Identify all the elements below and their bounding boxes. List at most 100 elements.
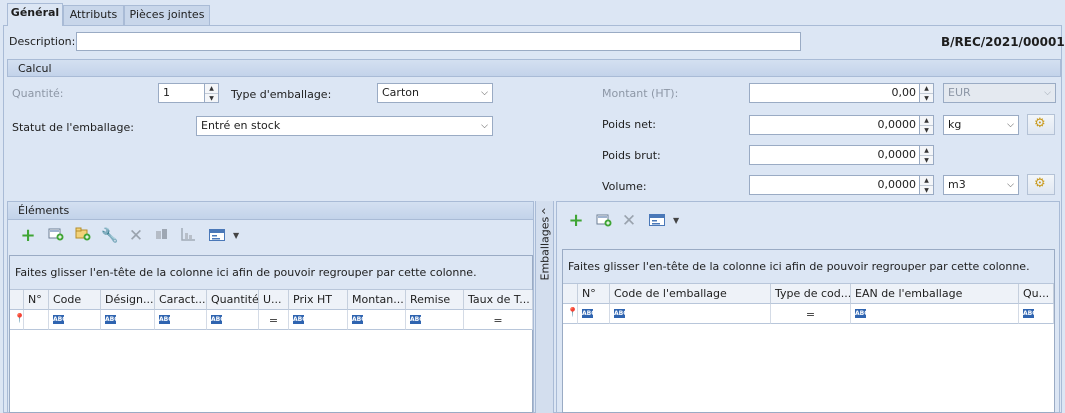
quantity-spinner[interactable]: ▲ ▼ — [204, 84, 218, 102]
filter-cell[interactable]: ABC — [610, 304, 771, 324]
chart-icon[interactable] — [179, 227, 197, 245]
filter-cell[interactable]: ABC — [348, 310, 406, 330]
elements-indicator-header — [10, 290, 24, 310]
net-weight-value: 0,0000 — [877, 118, 917, 131]
gross-weight-spinner[interactable]: ▲ ▼ — [919, 146, 933, 164]
column-header[interactable]: Prix HT — [289, 290, 348, 310]
tab-attachments[interactable]: Pièces jointes — [124, 5, 210, 25]
view-options-dropdown-icon[interactable]: ▼ — [233, 231, 239, 240]
details-icon[interactable] — [153, 227, 171, 245]
net-weight-unit-select[interactable]: kg ⌵ — [943, 115, 1019, 135]
chevron-down-icon: ⌵ — [481, 121, 488, 131]
abc-filter-icon: ABC — [211, 315, 225, 324]
filter-cell[interactable]: ABC — [406, 310, 464, 330]
column-header[interactable]: Montan... — [348, 290, 406, 310]
column-header[interactable]: Qu... — [1019, 284, 1054, 304]
equals-filter-icon: = — [805, 308, 816, 321]
net-weight-settings-button[interactable]: ⚙ — [1027, 114, 1055, 135]
emballages-splitter[interactable]: ‹ Emballages — [535, 201, 554, 413]
wrench-icon[interactable]: 🔧 — [101, 227, 119, 245]
filter-cell[interactable]: ABC — [851, 304, 1019, 324]
pin-icon: 📍 — [567, 308, 579, 318]
packaging-type-select[interactable]: Carton ⌵ — [377, 83, 493, 103]
amount-input[interactable]: 0,00 ▲ ▼ — [749, 83, 934, 103]
column-header[interactable]: Code — [49, 290, 101, 310]
filter-cell[interactable]: ABC — [207, 310, 259, 330]
net-weight-unit-value: kg — [948, 118, 962, 131]
currency-value: EUR — [948, 86, 971, 99]
filter-cell[interactable]: ABC — [101, 310, 155, 330]
filter-cell[interactable]: = — [464, 310, 533, 330]
chevron-down-icon: ⌵ — [1007, 120, 1014, 130]
net-weight-spinner[interactable]: ▲ ▼ — [919, 116, 933, 134]
packaging-type-label: Type d'emballage: — [231, 88, 332, 101]
column-header[interactable]: Remise — [406, 290, 464, 310]
column-header[interactable]: Désign... — [101, 290, 155, 310]
column-header[interactable]: N° — [578, 284, 610, 304]
volume-settings-button[interactable]: ⚙ — [1027, 174, 1055, 195]
filter-cell[interactable]: ABC — [289, 310, 348, 330]
column-header[interactable]: Quantité — [207, 290, 259, 310]
view-options-icon[interactable] — [208, 228, 226, 246]
calcul-group-header: Calcul — [7, 59, 1061, 77]
delete-icon[interactable]: ✕ — [127, 227, 145, 245]
column-header[interactable]: N° — [24, 290, 49, 310]
packaging-type-value: Carton — [382, 86, 419, 99]
chevron-down-icon: ⌵ — [1007, 180, 1014, 190]
elements-group-panel: Faites glisser l'en-tête de la colonne i… — [10, 256, 532, 290]
net-weight-label: Poids net: — [602, 118, 656, 131]
description-input[interactable] — [76, 32, 801, 51]
filter-cell[interactable]: = — [771, 304, 851, 324]
column-header[interactable]: Taux de T... — [464, 290, 533, 310]
packagings-panel: + ✕ ▼ Faites glisser l'en-tête de la col… — [556, 201, 1060, 413]
equals-filter-icon: = — [268, 314, 279, 327]
elements-grid: Faites glisser l'en-tête de la colonne i… — [9, 255, 533, 413]
filter-cell[interactable]: ABC — [1019, 304, 1054, 324]
abc-filter-icon: ABC — [410, 315, 424, 324]
column-header[interactable]: Caract... — [155, 290, 207, 310]
column-header[interactable]: Code de l'emballage — [610, 284, 771, 304]
view-options-icon[interactable] — [648, 213, 666, 231]
gross-weight-value: 0,0000 — [877, 148, 917, 161]
filter-cell[interactable]: = — [259, 310, 289, 330]
plus-icon[interactable]: + — [567, 212, 585, 230]
add-folder-icon[interactable] — [74, 226, 92, 244]
net-weight-input[interactable]: 0,0000 ▲ ▼ — [749, 115, 934, 135]
column-header[interactable]: Type de cod... — [771, 284, 851, 304]
elements-panel: Éléments + 🔧 ✕ ▼ Faites glisser l'en-têt… — [7, 201, 534, 413]
abc-filter-icon: ABC — [614, 309, 628, 318]
packagings-grid: Faites glisser l'en-tête de la colonne i… — [562, 249, 1055, 413]
filter-cell[interactable]: ABC — [155, 310, 207, 330]
volume-input[interactable]: 0,0000 ▲ ▼ — [749, 175, 934, 195]
emballages-label: Emballages — [538, 216, 552, 281]
column-header[interactable]: EAN de l'emballage — [851, 284, 1019, 304]
abc-filter-icon: ABC — [1023, 309, 1037, 318]
abc-filter-icon: ABC — [582, 309, 596, 318]
gross-weight-input[interactable]: 0,0000 ▲ ▼ — [749, 145, 934, 165]
volume-spinner[interactable]: ▲ ▼ — [919, 176, 933, 194]
column-header[interactable]: U... — [259, 290, 289, 310]
delete-icon[interactable]: ✕ — [620, 212, 638, 230]
filter-cell[interactable] — [24, 310, 49, 330]
amount-label: Montant (HT): — [602, 87, 679, 100]
quantity-input[interactable]: 1 ▲ ▼ — [158, 83, 219, 103]
amount-value: 0,00 — [891, 86, 917, 99]
volume-unit-select[interactable]: m3 ⌵ — [943, 175, 1019, 195]
packaging-status-select[interactable]: Entré en stock ⌵ — [196, 116, 493, 136]
add-from-list-icon[interactable] — [47, 227, 65, 245]
filter-cell[interactable]: ABC — [578, 304, 610, 324]
volume-label: Volume: — [602, 180, 647, 193]
settings-icon: ⚙ — [1034, 116, 1046, 131]
tab-general[interactable]: Général — [7, 3, 63, 26]
abc-filter-icon: ABC — [293, 315, 307, 324]
amount-spinner[interactable]: ▲ ▼ — [919, 84, 933, 102]
add-from-list-icon[interactable] — [595, 213, 613, 231]
abc-filter-icon: ABC — [352, 315, 366, 324]
abc-filter-icon: ABC — [159, 315, 173, 324]
filter-cell[interactable]: ABC — [49, 310, 101, 330]
abc-filter-icon: ABC — [855, 309, 869, 318]
tab-attributes[interactable]: Attributs — [63, 5, 124, 25]
plus-icon[interactable]: + — [19, 227, 37, 245]
view-options-dropdown-icon[interactable]: ▼ — [673, 216, 679, 225]
quantity-value: 1 — [163, 86, 170, 99]
